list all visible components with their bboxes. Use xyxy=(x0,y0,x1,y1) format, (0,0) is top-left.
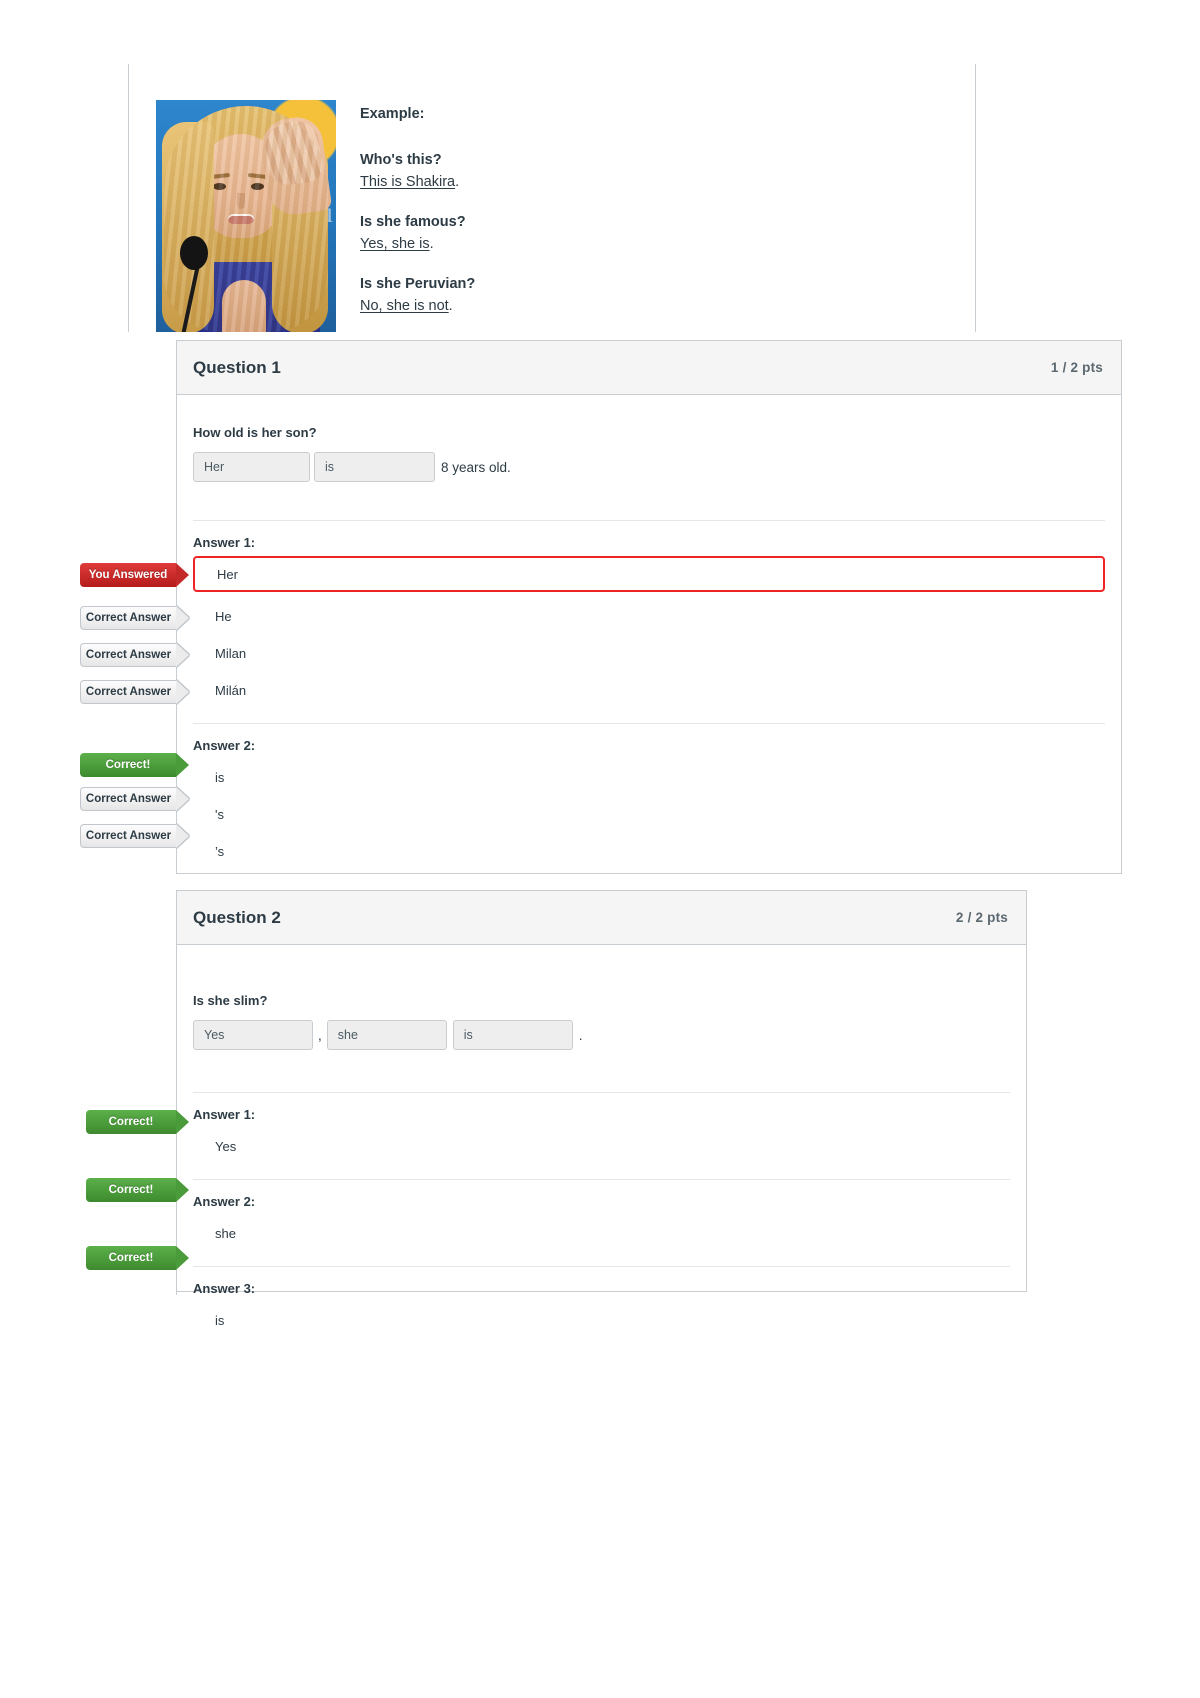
question-1-points: 1 / 2 pts xyxy=(1050,360,1103,375)
badge-correct-q2-a3: Correct! xyxy=(86,1246,189,1270)
question-1-answer-1-value-1: Her xyxy=(217,566,238,582)
example-question-3: Is she Peruvian? xyxy=(360,276,476,292)
question-2-separator: , xyxy=(318,1027,322,1043)
badge-correct-answer-q1-a1-4: Correct Answer xyxy=(80,680,176,704)
question-1-prompt: How old is her son? xyxy=(193,425,317,440)
example-answer-3-punct: . xyxy=(448,298,453,314)
quiz-results-page: ru Example: Who's this? xyxy=(0,0,1200,1698)
badge-correct-q1-a2-1: Correct! xyxy=(80,753,189,777)
question-1-answer-1-value-2: He xyxy=(215,609,232,624)
question-1-answer-1-value-4: Milán xyxy=(215,683,247,698)
question-2-answer-3-row-1[interactable]: is xyxy=(193,1302,1010,1339)
question-1-answer-2-value-3: ’s xyxy=(215,844,225,859)
example-heading: Example: xyxy=(360,106,425,122)
question-2-title: Question 2 xyxy=(193,907,281,927)
example-answer-1: This is Shakira. xyxy=(360,174,475,190)
question-1-answer-1-value-3: Milan xyxy=(215,646,247,661)
question-2-blank-2[interactable]: she xyxy=(326,1020,447,1050)
example-answer-2-text: Yes, she is xyxy=(360,236,430,252)
question-2-prompt: Is she slim? xyxy=(193,993,268,1008)
example-pair-2: Is she famous? Yes, she is. xyxy=(360,214,475,252)
question-1-answer-1-row-3[interactable]: Milan xyxy=(193,635,1105,672)
question-1-answer-2-row-3[interactable]: ’s xyxy=(193,833,1105,870)
question-1-answer-1-row-1[interactable]: Her xyxy=(193,556,1105,592)
question-1-header: Question 1 1 / 2 pts xyxy=(177,341,1121,395)
example-text: Example: Who's this? This is Shakira. Is… xyxy=(360,100,475,332)
question-2-answer-2-value-1: she xyxy=(215,1226,236,1241)
question-2-header: Question 2 2 / 2 pts xyxy=(177,891,1026,945)
question-1-sentence-tail: 8 years old. xyxy=(441,459,511,475)
example-answer-3-text: No, she is not xyxy=(360,298,449,314)
question-2-answer-3-label: Answer 3: xyxy=(193,1266,1010,1296)
question-2-sentence-tail: . xyxy=(578,1027,583,1043)
question-1-body: How old is her son? Her is 8 years old. … xyxy=(177,395,1121,890)
question-1-blank-1[interactable]: Her xyxy=(193,452,310,482)
question-1-title: Question 1 xyxy=(193,357,281,377)
question-1-answer-2-row-1[interactable]: is xyxy=(193,759,1105,796)
example-answer-1-punct: . xyxy=(455,174,460,190)
example-answer-2-punct: . xyxy=(429,236,434,252)
question-1-answer-2-label: Answer 2: xyxy=(193,723,1105,753)
question-2-answer-2-label: Answer 2: xyxy=(193,1179,1010,1209)
example-question-2: Is she famous? xyxy=(360,214,466,230)
question-1-answer-2-value-1: is xyxy=(215,770,225,785)
badge-correct-answer-q1-a2-3: Correct Answer xyxy=(80,824,176,848)
question-2-points: 2 / 2 pts xyxy=(955,910,1008,925)
badge-correct-q2-a2: Correct! xyxy=(86,1178,189,1202)
question-2-body: Is she slim? Yes , she is . Answer 1: Ye… xyxy=(177,945,1026,1359)
question-1-answer-2-row-2[interactable]: 's xyxy=(193,796,1105,833)
question-2-answer-3-value-1: is xyxy=(215,1313,225,1328)
question-1-answer-1-row-2[interactable]: He xyxy=(193,598,1105,635)
example-pair-1: Who's this? This is Shakira. xyxy=(360,152,475,190)
question-2-answer-1-label: Answer 1: xyxy=(193,1092,1010,1122)
shakira-photo: ru xyxy=(156,100,336,332)
example-question-1: Who's this? xyxy=(360,152,442,168)
example-answer-3: No, she is not. xyxy=(360,298,475,314)
question-1-answer-2-value-2: 's xyxy=(215,807,224,822)
question-1-blank-2[interactable]: is xyxy=(314,452,435,482)
question-1-answer-1-row-4[interactable]: Milán xyxy=(193,672,1105,709)
question-2-blank-3[interactable]: is xyxy=(452,1020,573,1050)
question-1-answer-1-label: Answer 1: xyxy=(193,520,1105,550)
example-pair-3: Is she Peruvian? No, she is not. xyxy=(360,276,475,314)
badge-correct-answer-q1-a1-2: Correct Answer xyxy=(80,606,176,630)
badge-correct-answer-q1-a2-2: Correct Answer xyxy=(80,787,176,811)
question-2-answer-1-value-1: Yes xyxy=(215,1139,237,1154)
badge-correct-q2-a1: Correct! xyxy=(86,1110,189,1134)
example-block: ru Example: Who's this? xyxy=(128,64,976,332)
question-2-blank-row: Yes , she is . xyxy=(193,1020,1010,1050)
badge-correct-answer-q1-a1-3: Correct Answer xyxy=(80,643,176,667)
badge-you-answered-q1-a1: You Answered xyxy=(80,563,189,587)
question-2-answer-1-row-1[interactable]: Yes xyxy=(193,1128,1010,1165)
example-answer-1-text: This is Shakira xyxy=(360,174,456,190)
question-card-1: Question 1 1 / 2 pts How old is her son?… xyxy=(176,340,1122,874)
question-2-blank-1[interactable]: Yes xyxy=(193,1020,313,1050)
question-card-2: Question 2 2 / 2 pts Is she slim? Yes , … xyxy=(176,890,1027,1328)
question-2-answer-2-row-1[interactable]: she xyxy=(193,1215,1010,1252)
question-1-blank-row: Her is 8 years old. xyxy=(193,452,1105,482)
example-answer-2: Yes, she is. xyxy=(360,236,475,252)
